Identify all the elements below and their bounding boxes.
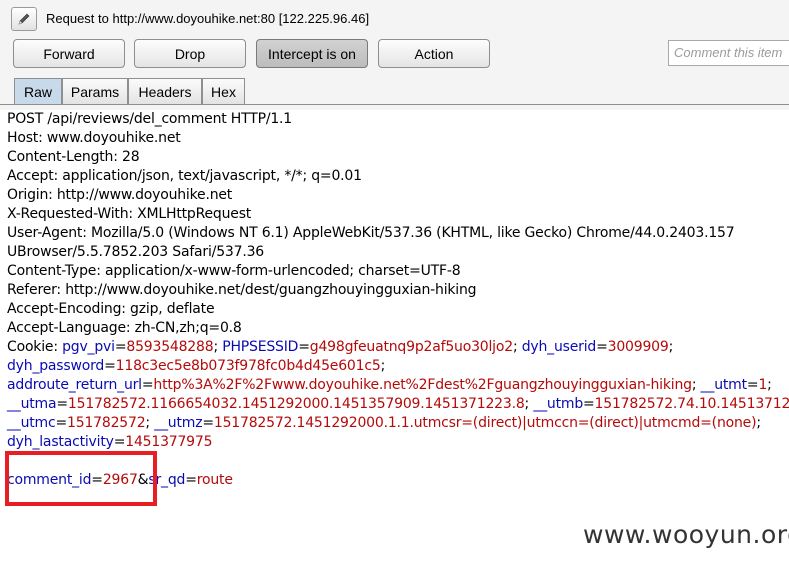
header-origin: Origin: http://www.doyouhike.net: [7, 187, 233, 203]
param-value: 1451377975: [125, 434, 213, 450]
header-referer: Referer: http://www.doyouhike.net/dest/g…: [7, 282, 477, 298]
param-name: dyh_userid: [521, 339, 597, 355]
param-value: 8593548288: [126, 339, 214, 355]
header-accept-language: Accept-Language: zh-CN,zh;q=0.8: [7, 320, 242, 336]
action-button[interactable]: Action: [378, 39, 490, 68]
request-target-title: Request to http://www.doyouhike.net:80 […: [46, 11, 370, 26]
header-accept: Accept: application/json, text/javascrip…: [7, 168, 362, 184]
comment-input[interactable]: Comment this item: [668, 40, 789, 66]
forward-button[interactable]: Forward: [13, 39, 125, 68]
param-name: dyh_lastactivity: [7, 434, 114, 450]
red-highlight-box: [5, 451, 157, 506]
cookie-line-5: __utmc=151782572; __utmz=151782572.14512…: [7, 415, 761, 431]
param-value: 118c3ec5e8b073f978fc0b4d45e601c5: [115, 358, 381, 374]
param-name: addroute_return_url: [7, 377, 142, 393]
header-accept-encoding: Accept-Encoding: gzip, deflate: [7, 301, 215, 317]
tab-raw[interactable]: Raw: [14, 78, 62, 104]
param-name: pgv_pvi: [62, 339, 115, 355]
param-name: __utmz: [154, 415, 203, 431]
header-content-type: Content-Type: application/x-www-form-url…: [7, 263, 461, 279]
param-value: 151782572.1166654032.1451292000.14513579…: [67, 396, 525, 412]
proxy-intercept-toolbar: Request to http://www.doyouhike.net:80 […: [0, 0, 789, 110]
cookie-line-3: addroute_return_url=http%3A%2F%2Fwww.doy…: [7, 377, 772, 393]
header-host: Host: www.doyouhike.net: [7, 130, 181, 146]
tab-divider: [0, 104, 789, 105]
tab-hex[interactable]: Hex: [202, 78, 245, 104]
param-name: __utmc: [7, 415, 56, 431]
cookie-line-1: Cookie: pgv_pvi=8593548288; PHPSESSID=g4…: [7, 339, 674, 355]
cookie-line-2: dyh_password=118c3ec5e8b073f978fc0b4d45e…: [7, 358, 386, 374]
param-value: 151782572.1451292000.1.1.utmcsr=(direct)…: [213, 415, 757, 431]
param-value: 3009909: [607, 339, 669, 355]
param-name: __utmt: [700, 377, 747, 393]
request-line: POST /api/reviews/del_comment HTTP/1.1: [7, 111, 293, 127]
watermark: www.wooyun.org: [583, 520, 789, 549]
param-name: __utmb: [533, 396, 584, 412]
header-user-agent-cont: UBrowser/5.5.7852.203 Safari/537.36: [7, 244, 264, 260]
edit-button[interactable]: [11, 7, 37, 31]
tab-params[interactable]: Params: [62, 78, 128, 104]
param-name: __utma: [7, 396, 57, 412]
header-content-length: Content-Length: 28: [7, 149, 140, 165]
cookie-line-6: dyh_lastactivity=1451377975: [7, 434, 213, 450]
param-name: PHPSESSID: [222, 339, 299, 355]
drop-button[interactable]: Drop: [134, 39, 246, 68]
header-x-requested-with: X-Requested-With: XMLHttpRequest: [7, 206, 252, 222]
intercept-toggle-button[interactable]: Intercept is on: [256, 39, 368, 68]
cookie-line-4: __utma=151782572.1166654032.1451292000.1…: [7, 395, 789, 414]
param-value: http%3A%2F%2Fwww.doyouhike.net%2Fdest%2F…: [153, 377, 692, 393]
param-value: 151782572.74.10.1451371223: [594, 396, 789, 412]
header-user-agent: User-Agent: Mozilla/5.0 (Windows NT 6.1)…: [7, 225, 735, 241]
pencil-icon: [18, 13, 30, 25]
param-value: 151782572: [67, 415, 146, 431]
tab-headers[interactable]: Headers: [128, 78, 202, 104]
param-value: route: [196, 472, 233, 488]
param-name: dyh_password: [7, 358, 105, 374]
param-value: 1: [758, 377, 768, 393]
param-value: g498gfeuatnq9p2af5uo30ljo2: [309, 339, 513, 355]
